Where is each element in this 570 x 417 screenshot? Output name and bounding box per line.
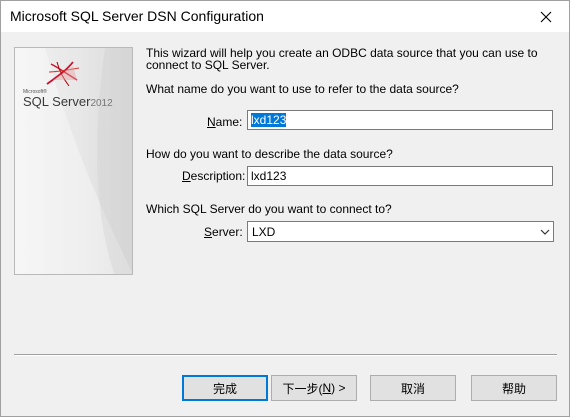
server-dropdown-value: LXD — [252, 224, 276, 239]
logo-product-name: SQL Server — [23, 94, 91, 109]
description-input-value: lxd123 — [251, 169, 287, 183]
next-button-accelerator: N — [322, 381, 332, 395]
finish-button[interactable]: 完成 — [182, 375, 268, 401]
server-question: Which SQL Server do you want to connect … — [146, 202, 392, 216]
close-button[interactable] — [523, 1, 569, 32]
side-banner: Microsoft® SQL Server2012 — [14, 47, 133, 275]
description-label: Description: — [182, 169, 245, 183]
button-divider — [14, 354, 557, 356]
server-label: Server: — [204, 225, 243, 239]
title-bar: Microsoft SQL Server DSN Configuration — [1, 1, 569, 32]
next-button[interactable]: 下一步(N) > — [271, 375, 357, 401]
next-button-suffix: ) > — [331, 381, 346, 395]
intro-text: This wizard will help you create an ODBC… — [146, 46, 538, 72]
close-icon — [540, 11, 552, 22]
logo-product-text: SQL Server2012 — [23, 94, 113, 109]
description-label-accelerator: D — [182, 169, 191, 183]
name-label-accelerator: N — [207, 115, 216, 129]
help-button[interactable]: 帮助 — [471, 375, 557, 401]
dsn-configuration-dialog: Microsoft SQL Server DSN Configuration M… — [0, 0, 570, 417]
name-input[interactable]: lxd123 — [247, 110, 553, 130]
description-question: How do you want to describe the data sou… — [146, 147, 393, 161]
logo-product-year: 2012 — [90, 98, 113, 109]
sql-server-logo-icon — [46, 61, 80, 87]
chevron-down-icon — [537, 229, 553, 235]
window-title: Microsoft SQL Server DSN Configuration — [10, 8, 264, 24]
server-label-accelerator: S — [204, 225, 213, 239]
sql-server-logo: Microsoft® SQL Server2012 — [23, 58, 123, 109]
cancel-button[interactable]: 取消 — [370, 375, 456, 401]
description-input[interactable]: lxd123 — [247, 166, 553, 186]
name-question: What name do you want to use to refer to… — [146, 82, 459, 96]
name-input-value: lxd123 — [251, 113, 287, 127]
description-label-rest: escription: — [190, 169, 246, 183]
name-label-rest: ame: — [215, 115, 243, 129]
server-dropdown[interactable]: LXD — [247, 221, 554, 242]
name-label: Name: — [207, 115, 242, 129]
server-label-rest: erver: — [212, 225, 243, 239]
next-button-prefix: 下一步( — [282, 381, 323, 396]
